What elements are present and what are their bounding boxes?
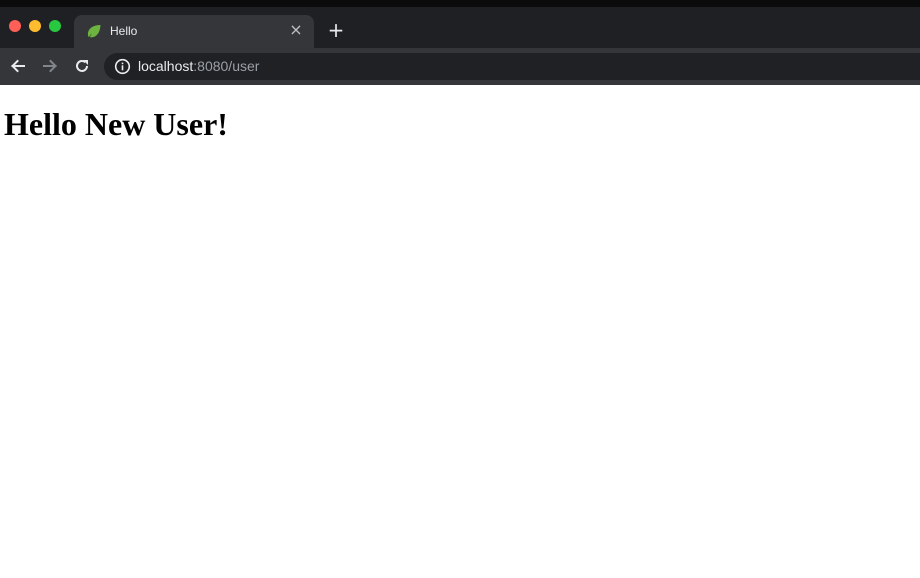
reload-icon[interactable] <box>72 56 92 76</box>
browser-toolbar: localhost:8080/user <box>0 48 920 85</box>
arrow-left-icon[interactable] <box>8 56 28 76</box>
info-icon[interactable] <box>114 58 131 75</box>
url-text: localhost:8080/user <box>138 58 259 75</box>
address-bar[interactable]: localhost:8080/user <box>104 53 920 80</box>
spring-leaf-icon <box>86 23 102 39</box>
window-minimize-button[interactable] <box>29 20 41 32</box>
page-heading: Hello New User! <box>4 106 228 142</box>
new-tab-button[interactable]: + <box>326 20 346 40</box>
tab-close-icon[interactable]: × <box>288 22 304 38</box>
page-viewport: Hello New User! <box>0 85 920 578</box>
window-zoom-button[interactable] <box>49 20 61 32</box>
browser-tab-strip: Hello × + <box>0 7 920 48</box>
arrow-right-icon[interactable] <box>40 56 60 76</box>
url-host: localhost <box>138 58 194 74</box>
tab-title: Hello <box>110 24 138 38</box>
browser-tab-active[interactable]: Hello × <box>74 15 314 48</box>
screen-top-edge <box>0 0 920 7</box>
url-path: :8080/user <box>193 58 260 74</box>
window-close-button[interactable] <box>9 20 21 32</box>
